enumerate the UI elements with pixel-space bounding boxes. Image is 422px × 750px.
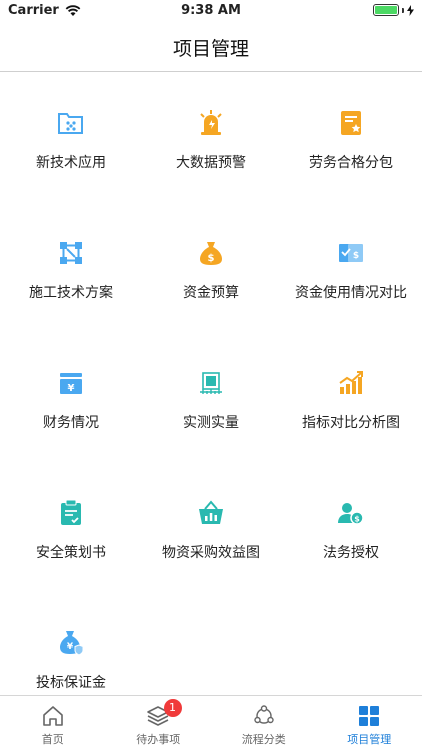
tab-home[interactable]: 首页 (0, 696, 106, 750)
grid-item-label: 大数据预警 (176, 155, 246, 171)
tab-label: 首页 (41, 733, 64, 746)
grid-item-label: 物资采购效益图 (162, 545, 260, 561)
grid-item-label: 资金使用情况对比 (295, 285, 407, 301)
grid-item-label: 劳务合格分包 (309, 155, 393, 171)
grid-item-fund-budget[interactable]: $ 资金预算 (141, 203, 281, 333)
clipboard-icon (61, 499, 81, 525)
battery-indicator (373, 4, 414, 16)
grid-item-big-data-alert[interactable]: 大数据预警 (141, 73, 281, 203)
tab-todo[interactable]: 1 待办事项 (106, 696, 212, 750)
grid-item-label: 财务情况 (43, 415, 99, 431)
folder-icon (58, 113, 83, 134)
grid-icon (359, 706, 380, 726)
page-title: 项目管理 (172, 38, 249, 60)
user-money-icon: $ (338, 503, 364, 525)
share-icon (254, 705, 274, 724)
grid-item-safety-plan[interactable]: 安全策划书 (1, 463, 141, 593)
grid-item-actual-measure[interactable]: 实测实量 (141, 333, 281, 463)
grid-item-fund-usage-compare[interactable]: $ 资金使用情况对比 (281, 203, 421, 333)
certificate-icon (341, 111, 361, 135)
grid-item-bid-deposit[interactable]: ¥ 投标保证金 (1, 593, 141, 695)
grid-item-label: 实测实量 (183, 415, 239, 431)
grid-item-label: 新技术应用 (36, 155, 106, 171)
money-sack-icon: ¥ (60, 631, 84, 656)
grid-item-procurement-benefit[interactable]: 物资采购效益图 (141, 463, 281, 593)
grid-item-label: 安全策划书 (36, 545, 106, 561)
status-time: 9:38 AM (181, 3, 241, 18)
svg-text:$: $ (353, 251, 359, 261)
todo-badge: 1 (163, 699, 182, 717)
navigation-bar: 项目管理 (0, 22, 422, 72)
grid-item-label: 施工技术方案 (29, 285, 113, 301)
grid-item-construction-plan[interactable]: 施工技术方案 (1, 203, 141, 333)
tab-label: 项目管理 (347, 733, 392, 746)
svg-text:$: $ (354, 515, 360, 524)
grid-item-finance-status[interactable]: ¥ 财务情况 (1, 333, 141, 463)
svg-text:¥: ¥ (67, 642, 74, 652)
grid-item-labor-subcontract[interactable]: 劳务合格分包 (281, 73, 421, 203)
tab-process-category[interactable]: 流程分类 (211, 696, 317, 750)
alarm-light-icon (200, 110, 222, 135)
measure-chip-icon (200, 372, 222, 394)
grid-item-new-tech[interactable]: 新技术应用 (1, 73, 141, 203)
battery-icon (373, 4, 399, 16)
charging-icon (407, 4, 414, 16)
svg-text:¥: ¥ (68, 383, 75, 394)
svg-text:$: $ (208, 253, 215, 264)
tab-bar: 首页 1 待办事项 流程分类 项目管理 (0, 695, 422, 750)
function-grid: 新技术应用 大数据预警 劳务合格分包 施工技术方案 $ 资金预算 $ 资金使用情… (0, 73, 422, 695)
network-icon (60, 242, 82, 264)
tab-label: 流程分类 (241, 733, 286, 746)
tab-project-management[interactable]: 项目管理 (317, 696, 422, 750)
grid-item-label: 法务授权 (323, 545, 379, 561)
status-bar: Carrier 9:38 AM (0, 0, 422, 22)
grid-item-label: 投标保证金 (36, 675, 106, 691)
money-bag-icon: $ (200, 242, 222, 265)
basket-icon (199, 500, 223, 524)
card-compare-icon: $ (339, 244, 363, 262)
home-icon (42, 706, 63, 726)
grid-item-label: 指标对比分析图 (302, 415, 400, 431)
grid-item-indicator-chart[interactable]: 指标对比分析图 (281, 333, 421, 463)
grid-item-legal-authorization[interactable]: $ 法务授权 (281, 463, 421, 593)
bar-chart-icon (339, 371, 363, 394)
grid-item-label: 资金预算 (183, 285, 239, 301)
finance-box-icon: ¥ (60, 373, 82, 394)
tab-label: 待办事项 (136, 733, 181, 746)
